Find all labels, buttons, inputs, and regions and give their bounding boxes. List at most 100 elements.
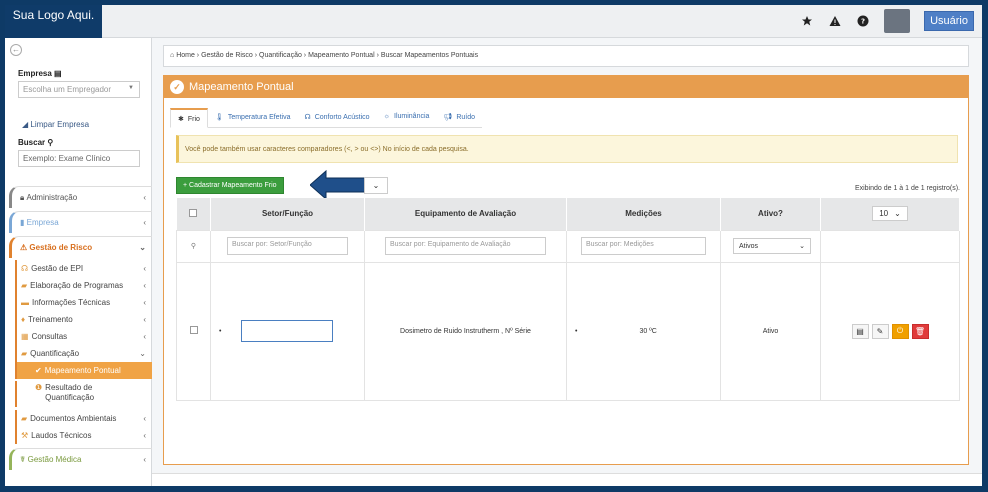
sidebar-item-treinamento[interactable]: ♦ Treinamento ‹ bbox=[15, 311, 152, 328]
arrow-annotation bbox=[310, 169, 366, 201]
sidebar-item-elaboracao-programas[interactable]: ▰ Elaboração de Programas ‹ bbox=[15, 277, 152, 294]
building-icon: ▮ bbox=[20, 218, 25, 227]
top-bar: Sua Logo Aqui. ? Usuário bbox=[5, 5, 982, 38]
snow-icon: ✱ bbox=[178, 116, 184, 123]
menu-gestao-risco[interactable]: ⚠ Gestão de Risco ⌄ bbox=[9, 236, 152, 258]
check-circle-icon: ✓ bbox=[170, 80, 184, 94]
buscar-label: Buscar ⚲ bbox=[18, 138, 54, 147]
book-icon: ▰ bbox=[21, 349, 28, 358]
tab-iluminancia[interactable]: ☼ Iluminância bbox=[376, 108, 437, 128]
headphones-icon: ☊ bbox=[304, 114, 311, 121]
help-icon[interactable]: ? bbox=[856, 14, 870, 28]
lock-icon: 🔒︎ bbox=[20, 192, 25, 202]
check-icon: ✔ bbox=[35, 366, 42, 375]
breadcrumb: ⌂ Home › Gestão de Risco › Quantificação… bbox=[163, 45, 969, 67]
tab-temperatura-efetiva[interactable]: 🌡︎ Temperatura Efetiva bbox=[207, 108, 298, 128]
header-medicoes[interactable]: Medições bbox=[566, 198, 721, 230]
sidebar-item-gestao-epi[interactable]: ☊ Gestão de EPI ‹ bbox=[15, 260, 152, 277]
select-all-checkbox[interactable] bbox=[189, 208, 198, 217]
filter-equipamento-input[interactable]: Buscar por: Equipamento de Avaliação bbox=[385, 237, 546, 255]
view-details-icon[interactable]: ▤ bbox=[851, 323, 869, 339]
page-length-select[interactable]: 10 ⌄ bbox=[872, 206, 908, 222]
tab-bar: ✱ Frio 🌡︎ Temperatura Efetiva ☊ Conforto Ac… bbox=[170, 108, 482, 128]
row-setor-cell: • bbox=[210, 261, 365, 401]
menu-administracao[interactable]: 🔒︎ Administração ‹ bbox=[9, 186, 152, 208]
gavel-icon: ⚒ bbox=[21, 431, 29, 440]
folder-icon: ▬ bbox=[21, 298, 29, 307]
power-icon[interactable]: ⏻ bbox=[891, 323, 909, 339]
filter-ativo-select[interactable]: Ativos ⌄ bbox=[733, 238, 811, 254]
building-icon: ▤ bbox=[54, 69, 62, 78]
records-info: Exibindo de 1 à 1 de 1 registro(s). bbox=[854, 185, 960, 192]
empresa-label: Empresa ▤ bbox=[18, 69, 62, 78]
tab-frio[interactable]: ✱ Frio bbox=[170, 108, 208, 128]
warning-icon[interactable] bbox=[828, 14, 842, 28]
sidebar: ← Empresa ▤ Escolha um Empregador ▼ ◢ Lim… bbox=[5, 38, 152, 486]
sidebar-item-documentos-ambientais[interactable]: ▰ Documentos Ambientais ‹ bbox=[15, 410, 152, 427]
collapse-sidebar-icon[interactable]: ← bbox=[10, 44, 22, 56]
filter-ativo-cell: Ativos ⌄ bbox=[720, 229, 821, 263]
panel-header: ✓ Mapeamento Pontual bbox=[164, 76, 968, 98]
user-menu-button[interactable]: Usuário bbox=[924, 11, 974, 31]
search-icon: ⚲ bbox=[190, 243, 197, 250]
info-icon: ❶ bbox=[35, 383, 43, 392]
chevron-down-icon: ⌄ bbox=[894, 209, 901, 219]
tab-ruido[interactable]: 📢︎ Ruído bbox=[436, 108, 482, 128]
filter-equip-cell: Buscar por: Equipamento de Avaliação bbox=[364, 229, 567, 263]
header-equipamento[interactable]: Equipamento de Avaliação bbox=[364, 198, 567, 230]
trash-icon[interactable]: 🗑︎ bbox=[911, 323, 929, 339]
sidebar-item-laudos-tecnicos[interactable]: ⚒ Laudos Técnicos ‹ bbox=[15, 427, 152, 444]
mapeamento-table: Setor/Função Equipamento de Avaliação Me… bbox=[176, 198, 960, 401]
filter-setor-cell: Buscar por: Setor/Função bbox=[210, 229, 365, 263]
row-checkbox-cell bbox=[176, 261, 211, 401]
row-ativo-cell: Ativo bbox=[720, 261, 821, 401]
svg-text:?: ? bbox=[861, 18, 865, 26]
filter-empty-cell bbox=[820, 229, 960, 263]
filter-search-icon-cell: ⚲ bbox=[176, 229, 211, 263]
menu-gestao-medica[interactable]: ☤ Gestão Médica ‹ bbox=[9, 448, 152, 470]
limpar-empresa-link[interactable]: ◢ Limpar Empresa bbox=[22, 120, 89, 129]
sidebar-item-resultado-quantificacao[interactable]: ❶ Resultado de Quantificação bbox=[15, 381, 152, 407]
sidebar-item-consultas[interactable]: ▦ Consultas ‹ bbox=[15, 328, 152, 345]
home-icon: ⌂ bbox=[170, 52, 175, 59]
panel-mapeamento-pontual: ✓ Mapeamento Pontual ✱ Frio 🌡︎ Temperatura… bbox=[163, 75, 969, 465]
header-setor[interactable]: Setor/Função bbox=[210, 198, 365, 230]
row-checkbox[interactable] bbox=[189, 326, 198, 334]
epi-icon: ☊ bbox=[21, 264, 29, 273]
tab-conforto-acustico[interactable]: ☊ Conforto Acústico bbox=[297, 108, 377, 128]
edit-icon[interactable]: ✎ bbox=[871, 323, 889, 339]
buscar-input[interactable]: Exemplo: Exame Clínico bbox=[18, 150, 140, 167]
empresa-select[interactable]: Escolha um Empregador ▼ bbox=[18, 81, 140, 98]
book-icon: ▰ bbox=[21, 281, 28, 290]
header-ativo[interactable]: Ativo? bbox=[720, 198, 821, 230]
star-icon[interactable] bbox=[800, 14, 814, 28]
filter-medicoes-input[interactable]: Buscar por: Medições bbox=[581, 237, 706, 255]
menu-empresa[interactable]: ▮ Empresa ‹ bbox=[9, 211, 152, 233]
panel-title: Mapeamento Pontual bbox=[189, 81, 294, 93]
select-all-cell bbox=[176, 198, 211, 230]
sidebar-item-mapeamento-pontual[interactable]: ✔ Mapeamento Pontual bbox=[15, 362, 152, 379]
row-medicao-cell: • 30 ºC bbox=[566, 261, 721, 401]
sidebar-item-quantificacao[interactable]: ▰ Quantificação ⌄ bbox=[15, 345, 152, 362]
search-icon: ⚲ bbox=[47, 138, 54, 147]
footer-bar bbox=[152, 473, 982, 486]
info-alert: Você pode também usar caracteres compara… bbox=[176, 135, 958, 163]
dropdown-toggle-button[interactable]: ⌄ bbox=[364, 177, 388, 194]
avatar[interactable] bbox=[884, 9, 911, 33]
book-icon: ▰ bbox=[21, 414, 28, 423]
eraser-icon: ◢ bbox=[22, 120, 29, 129]
app-frame: Sua Logo Aqui. ? Usuário ← Empresa ▤ Esc… bbox=[5, 5, 982, 486]
logo: Sua Logo Aqui. bbox=[5, 5, 102, 38]
sidebar-item-informacoes-tecnicas[interactable]: ▬ Informações Técnicas ‹ bbox=[15, 294, 152, 311]
chevron-down-icon: ▼ bbox=[128, 85, 134, 91]
row-actions: ▤ ✎ ⏻ 🗑︎ bbox=[821, 323, 959, 339]
table-row: • Dosimetro de Ruido Instrutherm , Nº Sé… bbox=[176, 261, 960, 401]
cadastrar-mapeamento-button[interactable]: + Cadastrar Mapeamento Frio bbox=[176, 177, 284, 194]
filter-row: ⚲ Buscar por: Setor/Função Buscar por: E… bbox=[176, 229, 960, 263]
row-actions-cell: ▤ ✎ ⏻ 🗑︎ bbox=[820, 261, 960, 401]
filter-setor-input[interactable]: Buscar por: Setor/Função bbox=[227, 237, 348, 255]
megaphone-icon: 📢︎ bbox=[443, 114, 453, 121]
filter-medicoes-cell: Buscar por: Medições bbox=[566, 229, 721, 263]
setor-value bbox=[241, 320, 334, 342]
training-icon: ♦ bbox=[21, 315, 26, 324]
